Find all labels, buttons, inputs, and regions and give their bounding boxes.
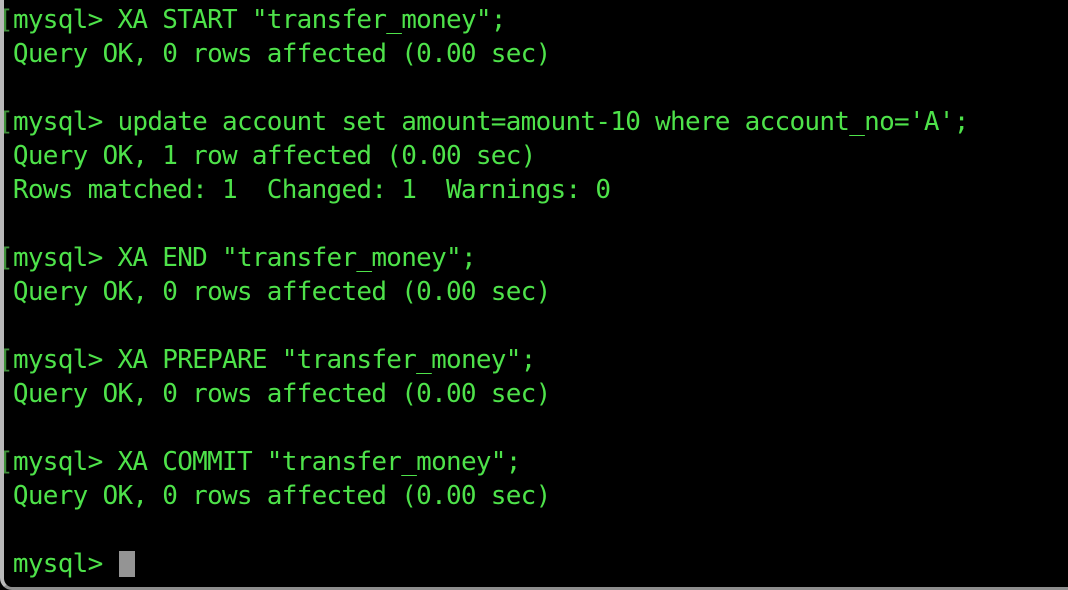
terminal-line: [mysql> XA PREPARE "transfer_money"; [4, 343, 1068, 377]
prompt-bracket: [ [4, 447, 14, 477]
terminal-line-text: Rows matched: 1 Changed: 1 Warnings: 0 [4, 175, 611, 205]
block-cursor-icon [118, 551, 135, 577]
terminal-line: Rows matched: 1 Changed: 1 Warnings: 0 [4, 173, 1068, 207]
terminal-line-text: Query OK, 0 rows affected (0.00 sec) [4, 277, 551, 307]
prompt-bracket: [ [4, 5, 14, 35]
terminal-line: Query OK, 0 rows affected (0.00 sec) [4, 479, 1068, 513]
terminal-line-text: mysql> XA PREPARE "transfer_money"; [12, 345, 536, 375]
terminal-line: [mysql> XA COMMIT "transfer_money"; [4, 445, 1068, 479]
terminal-window[interactable]: [mysql> XA START "transfer_money"; Query… [0, 0, 1068, 590]
terminal-line-text: Query OK, 0 rows affected (0.00 sec) [4, 481, 551, 511]
terminal-line-text: Query OK, 0 rows affected (0.00 sec) [4, 379, 551, 409]
terminal-line: [mysql> update account set amount=amount… [4, 105, 1068, 139]
terminal-line: [mysql> XA START "transfer_money"; [4, 3, 1068, 37]
terminal-line: Query OK, 0 rows affected (0.00 sec) [4, 37, 1068, 71]
terminal-line: [mysql> XA END "transfer_money"; [4, 241, 1068, 275]
prompt-bracket: [ [4, 243, 14, 273]
terminal-prompt: mysql> [4, 549, 103, 579]
terminal-output-buffer[interactable]: [mysql> XA START "transfer_money"; Query… [4, 3, 1068, 581]
terminal-line-text: mysql> XA END "transfer_money"; [12, 243, 477, 273]
terminal-line: Query OK, 0 rows affected (0.00 sec) [4, 275, 1068, 309]
prompt-bracket: [ [4, 107, 14, 137]
terminal-prompt-line[interactable]: mysql> [4, 547, 1068, 581]
terminal-line: Query OK, 1 row affected (0.00 sec) [4, 139, 1068, 173]
terminal-line-text: Query OK, 0 rows affected (0.00 sec) [4, 39, 551, 69]
terminal-screen[interactable]: [mysql> XA START "transfer_money"; Query… [4, 0, 1068, 587]
terminal-line: Query OK, 0 rows affected (0.00 sec) [4, 377, 1068, 411]
prompt-bracket: [ [4, 345, 14, 375]
terminal-line-text: mysql> XA COMMIT "transfer_money"; [12, 447, 521, 477]
terminal-line-text: mysql> update account set amount=amount-… [12, 107, 969, 137]
terminal-line-text: mysql> XA START "transfer_money"; [12, 5, 507, 35]
terminal-line-text: Query OK, 1 row affected (0.00 sec) [4, 141, 536, 171]
